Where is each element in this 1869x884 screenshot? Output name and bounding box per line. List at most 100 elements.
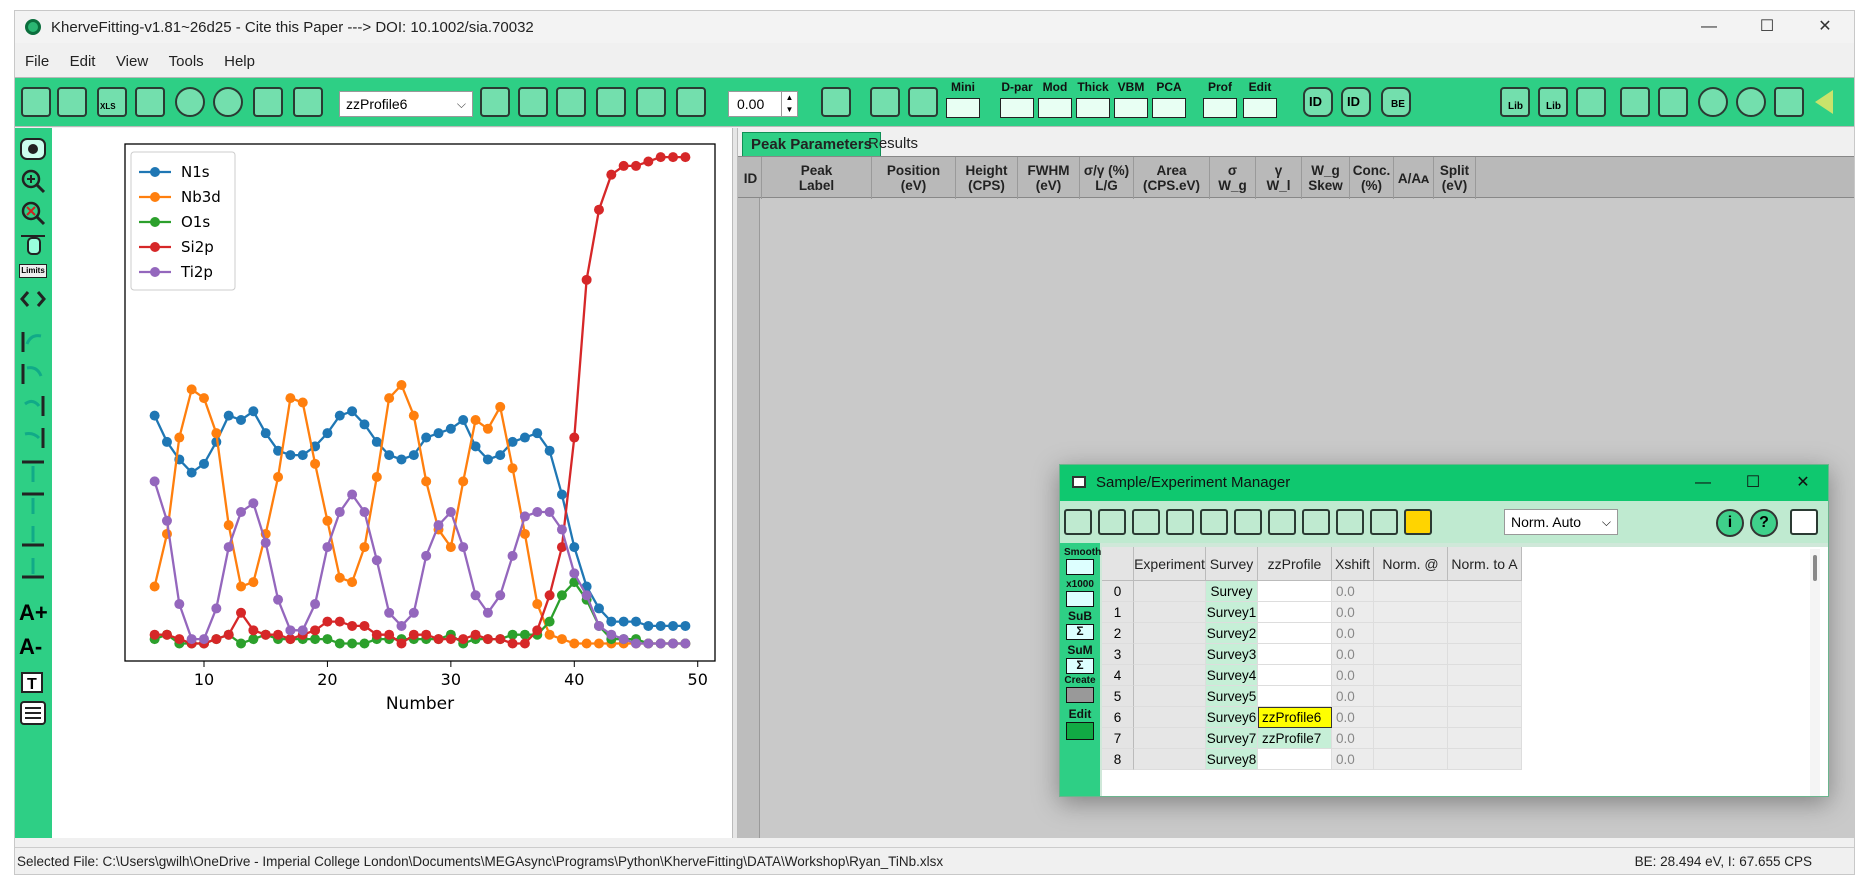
move-down-icon[interactable]: [19, 490, 47, 516]
add-folder-icon[interactable]: [1132, 509, 1160, 535]
grid-view-icon[interactable]: [1774, 87, 1804, 117]
experiment-cell[interactable]: [1134, 728, 1206, 749]
scrollbar-thumb[interactable]: [1813, 555, 1817, 581]
norm-be-cell[interactable]: [1374, 623, 1448, 644]
back-arrow-icon[interactable]: [1815, 90, 1833, 114]
menu-view[interactable]: View: [116, 51, 148, 73]
raise-icon[interactable]: [19, 522, 47, 548]
x1000-button[interactable]: x1000: [1064, 579, 1096, 607]
norm-a-cell[interactable]: [1448, 623, 1522, 644]
menu-file[interactable]: File: [25, 51, 49, 73]
survey-cell[interactable]: Survey: [1206, 581, 1258, 602]
menu-tools[interactable]: Tools: [169, 51, 204, 73]
peak-column-header[interactable]: W_g Skew: [1302, 157, 1350, 199]
undo-icon[interactable]: [175, 87, 205, 117]
font-increase-button[interactable]: A+: [19, 600, 48, 626]
row-index[interactable]: 1: [1102, 602, 1134, 623]
grid-row[interactable]: 5 Survey5 0.0: [1102, 686, 1828, 707]
row-index[interactable]: 7: [1102, 728, 1134, 749]
xshift-cell[interactable]: 0.0: [1332, 707, 1374, 728]
norm-be-cell[interactable]: [1374, 728, 1448, 749]
create-button[interactable]: Create: [1064, 675, 1096, 703]
shift-right-icon[interactable]: [19, 424, 47, 450]
survey-cell[interactable]: Survey4: [1206, 665, 1258, 686]
grid-column-header[interactable]: Survey: [1206, 547, 1258, 581]
xshift-cell[interactable]: 0.0: [1332, 644, 1374, 665]
norm-be-cell[interactable]: [1374, 686, 1448, 707]
plot-overlay-icon[interactable]: [1302, 509, 1330, 535]
table-icon[interactable]: [596, 87, 626, 117]
norm-be-cell[interactable]: [1374, 644, 1448, 665]
survey-cell[interactable]: Survey2: [1206, 623, 1258, 644]
grid-row[interactable]: 0 Survey 0.0: [1102, 581, 1828, 602]
norm-a-cell[interactable]: [1448, 602, 1522, 623]
pan-hand-icon[interactable]: [19, 232, 47, 258]
heatmap-icon[interactable]: [1404, 509, 1432, 535]
settings-sheet-icon[interactable]: [1658, 87, 1688, 117]
gear-icon[interactable]: [1736, 87, 1766, 117]
survey-cell[interactable]: Survey6: [1206, 707, 1258, 728]
help-icon[interactable]: ?: [1750, 509, 1778, 537]
peak-column-header[interactable]: Split (eV): [1434, 157, 1476, 199]
norm-a-cell[interactable]: [1448, 707, 1522, 728]
expand-icon[interactable]: [1790, 509, 1818, 535]
minimize-button[interactable]: —: [1680, 11, 1738, 43]
grid-row[interactable]: 1 Survey1 0.0: [1102, 602, 1828, 623]
lower-icon[interactable]: [19, 554, 47, 580]
maximize-button[interactable]: ☐: [1738, 11, 1796, 43]
thick-button[interactable]: Thick: [1076, 78, 1112, 128]
grid-row[interactable]: 2 Survey2 0.0: [1102, 623, 1828, 644]
value-spinbox[interactable]: 0.00 ▲ ▼: [728, 91, 798, 117]
plot-stack-icon[interactable]: [1336, 509, 1364, 535]
grid-row[interactable]: 4 Survey4 0.0: [1102, 665, 1828, 686]
menu-edit[interactable]: Edit: [70, 51, 96, 73]
info-icon[interactable]: i: [1716, 509, 1744, 537]
grid-column-header[interactable]: zzProfile: [1258, 547, 1332, 581]
pca-button[interactable]: PCA: [1152, 78, 1188, 128]
grid-column-header[interactable]: Experiment: [1134, 547, 1206, 581]
norm-be-cell[interactable]: [1374, 749, 1448, 770]
plot-area[interactable]: 10 20 30 40 50 Number N1s Nb3d O1s Si2p Ti2p: [52, 128, 732, 838]
zzprofile-cell[interactable]: [1258, 644, 1332, 665]
crop-icon[interactable]: [676, 87, 706, 117]
xshift-cell[interactable]: 0.0: [1332, 602, 1374, 623]
experiment-cell[interactable]: [1134, 581, 1206, 602]
theme-icon[interactable]: [1698, 87, 1728, 117]
edit-sheet-button[interactable]: Edit: [1064, 707, 1096, 740]
dpar-button[interactable]: D-par: [1000, 78, 1036, 128]
norm-a-cell[interactable]: [1448, 581, 1522, 602]
excel-icon[interactable]: [1620, 87, 1650, 117]
subtract-button[interactable]: SuB Σ: [1064, 609, 1096, 640]
peak-fit-icon[interactable]: [821, 87, 851, 117]
id-button[interactable]: ID: [1341, 87, 1371, 117]
peak-column-header[interactable]: A/Aᴀ: [1394, 157, 1434, 199]
grid-column-header[interactable]: Norm. to A: [1448, 547, 1522, 581]
zoom-in-icon[interactable]: [19, 168, 47, 194]
peak-column-header[interactable]: Height (CPS): [956, 157, 1018, 199]
paste-icon[interactable]: [1200, 509, 1228, 535]
peak-column-header[interactable]: Peak Label: [762, 157, 872, 199]
norm-a-cell[interactable]: [1448, 749, 1522, 770]
experiment-cell[interactable]: [1134, 686, 1206, 707]
zzprofile-cell[interactable]: zzProfile7: [1258, 728, 1332, 749]
row-index[interactable]: 2: [1102, 623, 1134, 644]
xshift-cell[interactable]: 0.0: [1332, 728, 1374, 749]
zzprofile-cell[interactable]: [1258, 602, 1332, 623]
peak-column-header[interactable]: σ/γ (%) L/G: [1080, 157, 1134, 199]
experiment-cell[interactable]: [1134, 644, 1206, 665]
toggle-cursor-icon[interactable]: [19, 136, 47, 162]
grid-column-header[interactable]: Xshift: [1332, 547, 1374, 581]
grid-row[interactable]: 7 Survey7 zzProfile7 0.0: [1102, 728, 1828, 749]
identify-peaks-button[interactable]: ID: [1303, 87, 1333, 117]
row-index[interactable]: 6: [1102, 707, 1134, 728]
row-index[interactable]: 0: [1102, 581, 1134, 602]
mod-button[interactable]: Mod: [1038, 78, 1074, 128]
zzprofile-cell[interactable]: [1258, 686, 1332, 707]
peak-column-header[interactable]: ID: [740, 157, 762, 199]
refresh-icon[interactable]: [480, 87, 510, 117]
profile-select[interactable]: zzProfile6 ⌵: [339, 91, 473, 117]
zzprofile-cell[interactable]: [1258, 581, 1332, 602]
move-up-icon[interactable]: [19, 458, 47, 484]
limits-button[interactable]: Limits: [19, 264, 47, 278]
save-icon[interactable]: [57, 87, 87, 117]
